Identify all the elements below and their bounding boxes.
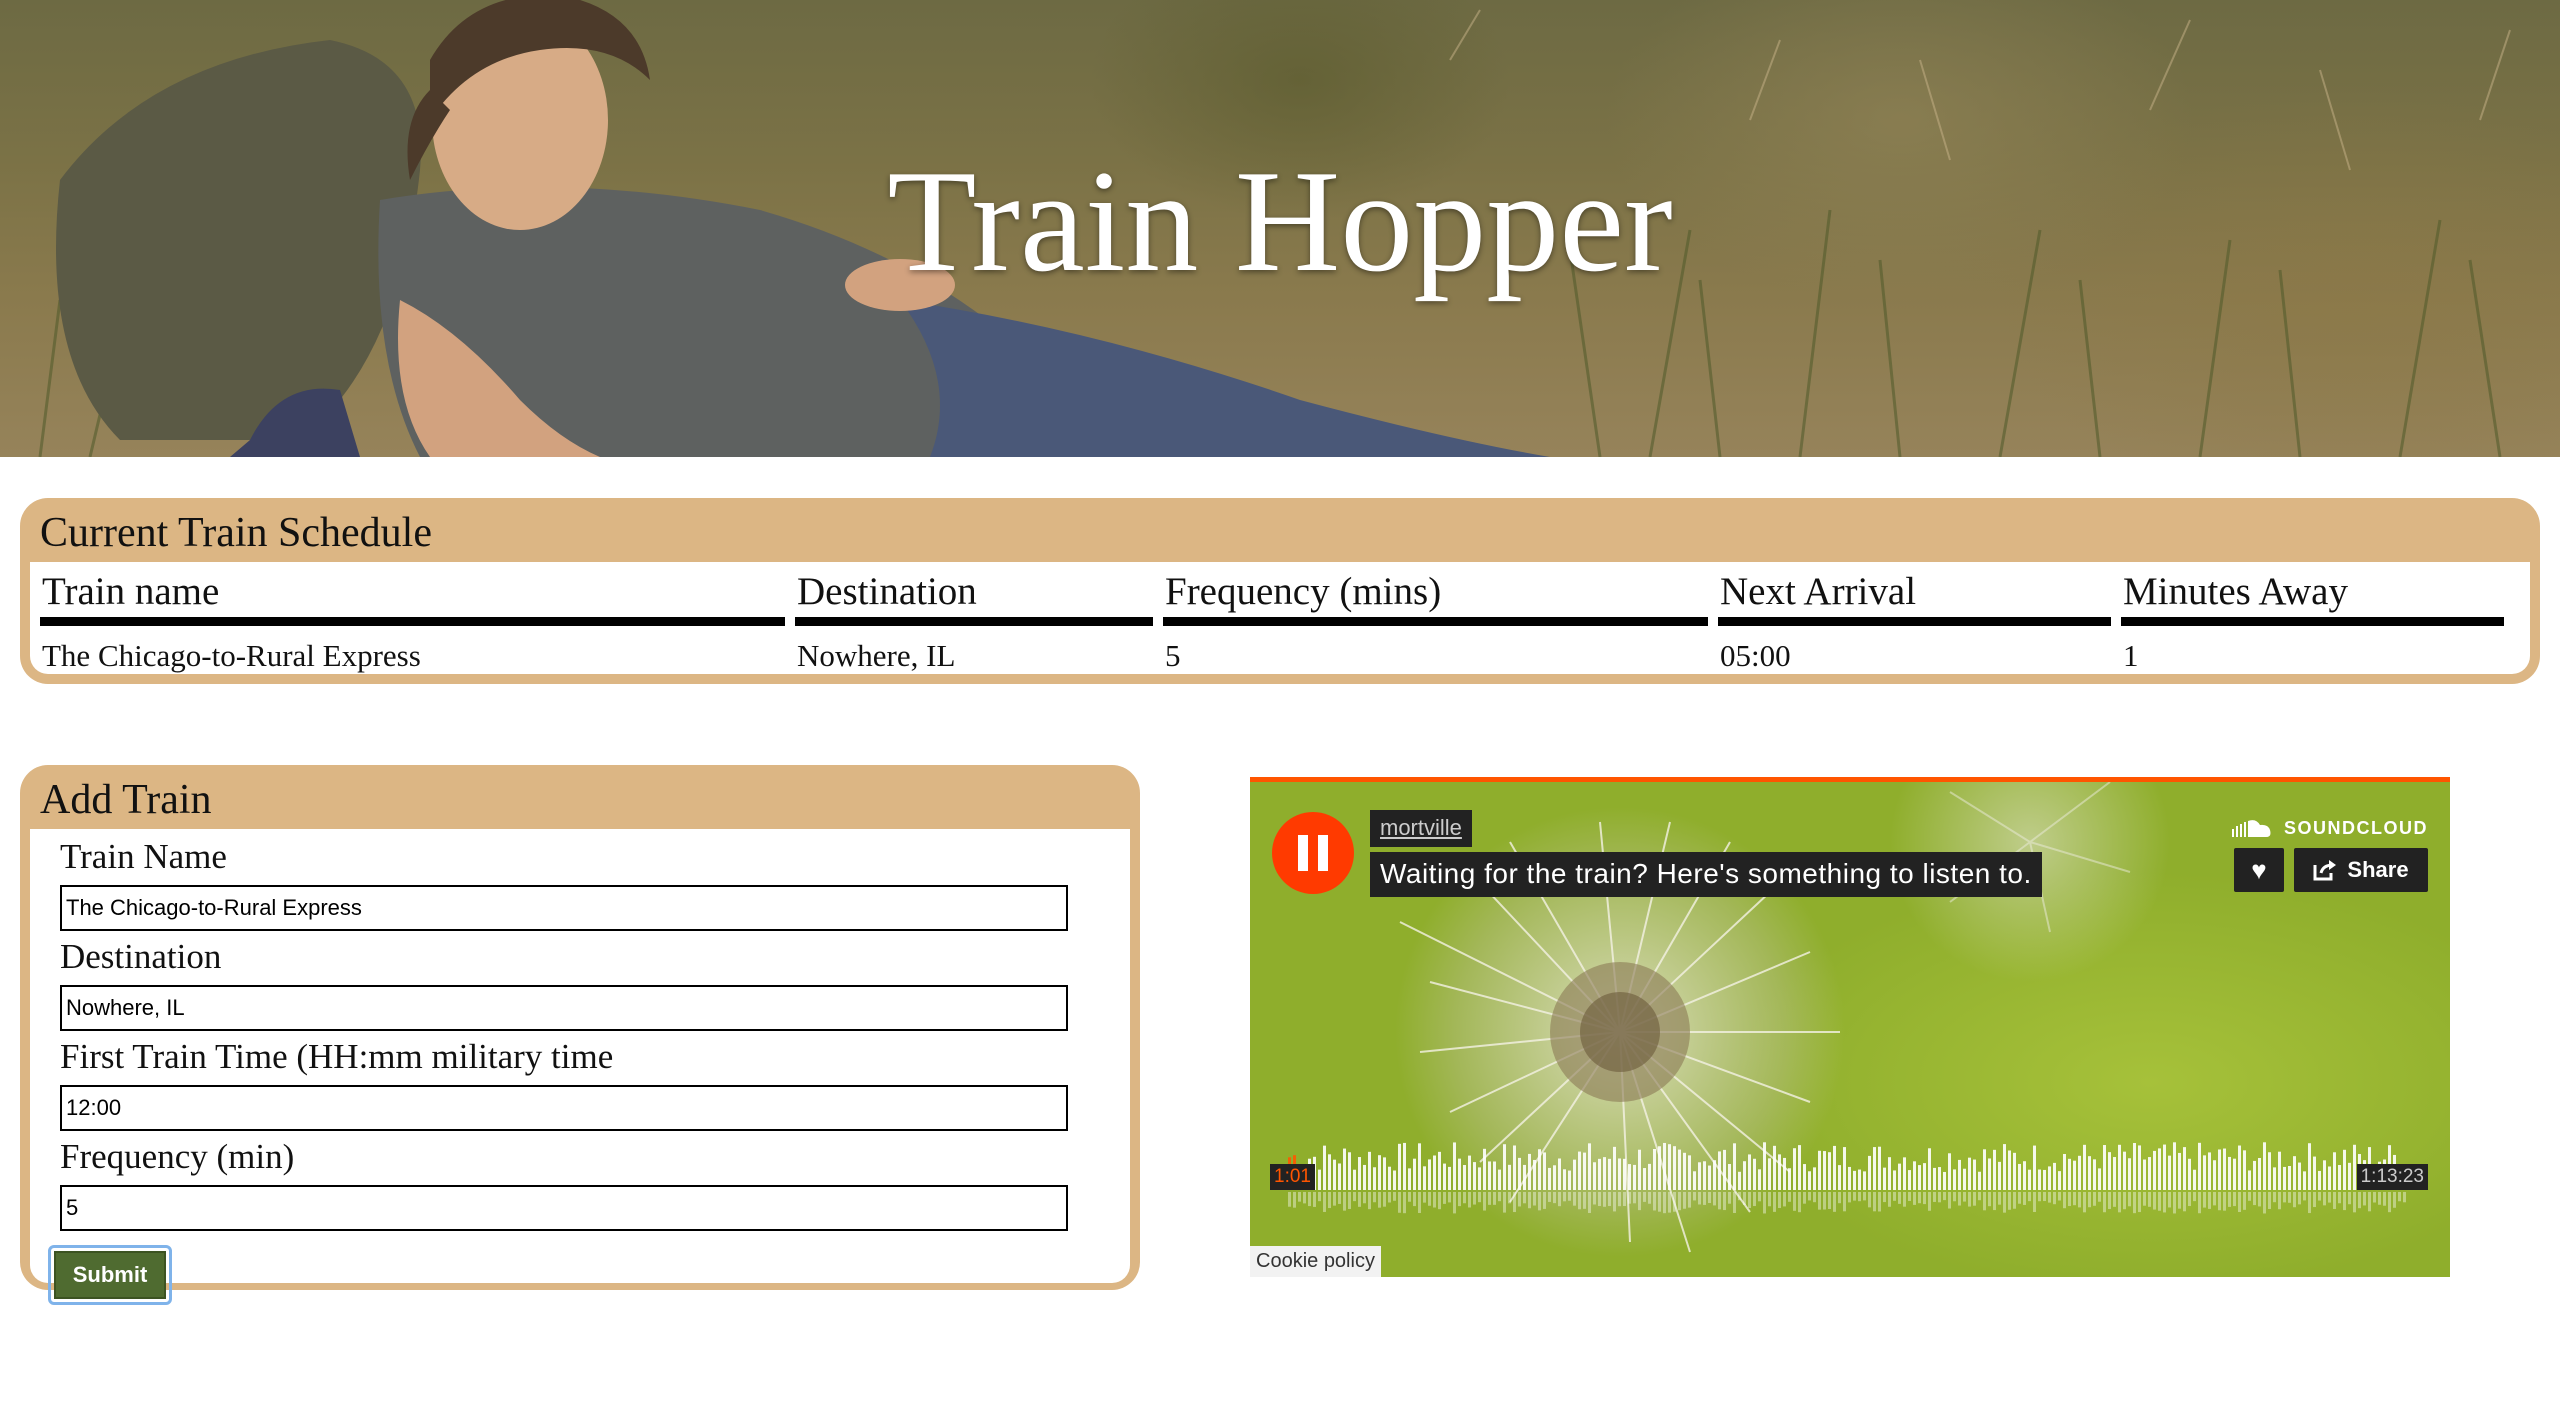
brand-label: SOUNDCLOUD [2284, 818, 2428, 838]
column-header-minutes-away: Minutes Away [2121, 568, 2504, 626]
schedule-panel: Current Train Schedule Train name Destin… [20, 498, 2540, 684]
destination-label: Destination [60, 937, 222, 976]
hero-banner: Train Hopper [0, 0, 2560, 457]
column-header-destination: Destination [795, 568, 1153, 626]
cell-train-name: The Chicago-to-Rural Express [42, 638, 421, 673]
like-button[interactable]: ♥ [2234, 848, 2284, 892]
schedule-table: Train name Destination Frequency (mins) … [30, 568, 2514, 671]
table-header-row: Train name Destination Frequency (mins) … [40, 568, 2504, 626]
schedule-title: Current Train Schedule [40, 510, 432, 556]
first-train-time-input[interactable] [60, 1085, 1068, 1131]
share-button[interactable]: Share [2294, 848, 2428, 892]
cookie-policy-link[interactable]: Cookie policy [1250, 1246, 1381, 1277]
first-train-time-label: First Train Time (HH:mm military time [60, 1037, 614, 1076]
waveform[interactable] [1288, 1136, 2412, 1216]
submit-button[interactable]: Submit [54, 1251, 166, 1299]
schedule-body: Train name Destination Frequency (mins) … [30, 562, 2530, 674]
destination-input[interactable] [60, 985, 1068, 1031]
page-title: Train Hopper [887, 140, 1673, 302]
column-header-train-name: Train name [40, 568, 785, 626]
pause-icon [1293, 835, 1333, 871]
artist-link[interactable]: mortville [1370, 810, 1472, 847]
train-name-input[interactable] [60, 885, 1068, 931]
share-icon [2313, 860, 2337, 881]
heart-icon: ♥ [2251, 854, 2267, 885]
cell-frequency: 5 [1165, 638, 1181, 673]
track-title[interactable]: Waiting for the train? Here's something … [1370, 852, 2042, 897]
frequency-input[interactable] [60, 1185, 1068, 1231]
column-header-next-arrival: Next Arrival [1718, 568, 2111, 626]
cell-destination: Nowhere, IL [797, 638, 956, 673]
cell-next-arrival: 05:00 [1720, 638, 1791, 673]
add-train-title: Add Train [40, 777, 212, 823]
pause-button[interactable] [1272, 812, 1354, 894]
elapsed-time: 1:01 [1270, 1164, 1315, 1190]
add-train-form: Train Name Destination First Train Time … [30, 829, 1130, 1305]
soundcloud-player: mortville Waiting for the train? Here's … [1250, 777, 2450, 1277]
train-name-label: Train Name [60, 837, 227, 876]
column-header-frequency: Frequency (mins) [1163, 568, 1708, 626]
frequency-label: Frequency (min) [60, 1137, 295, 1176]
share-label: Share [2347, 857, 2409, 882]
soundcloud-brand[interactable]: SOUNDCLOUD [2232, 818, 2428, 839]
table-row: The Chicago-to-Rural Express Nowhere, IL… [40, 626, 2504, 671]
cell-minutes-away: 1 [2123, 638, 2139, 673]
add-train-panel: Add Train Train Name Destination First T… [20, 765, 1140, 1305]
submit-focus-ring: Submit [48, 1245, 172, 1305]
soundcloud-logo-icon [2232, 819, 2271, 837]
total-time: 1:13:23 [2356, 1164, 2428, 1190]
